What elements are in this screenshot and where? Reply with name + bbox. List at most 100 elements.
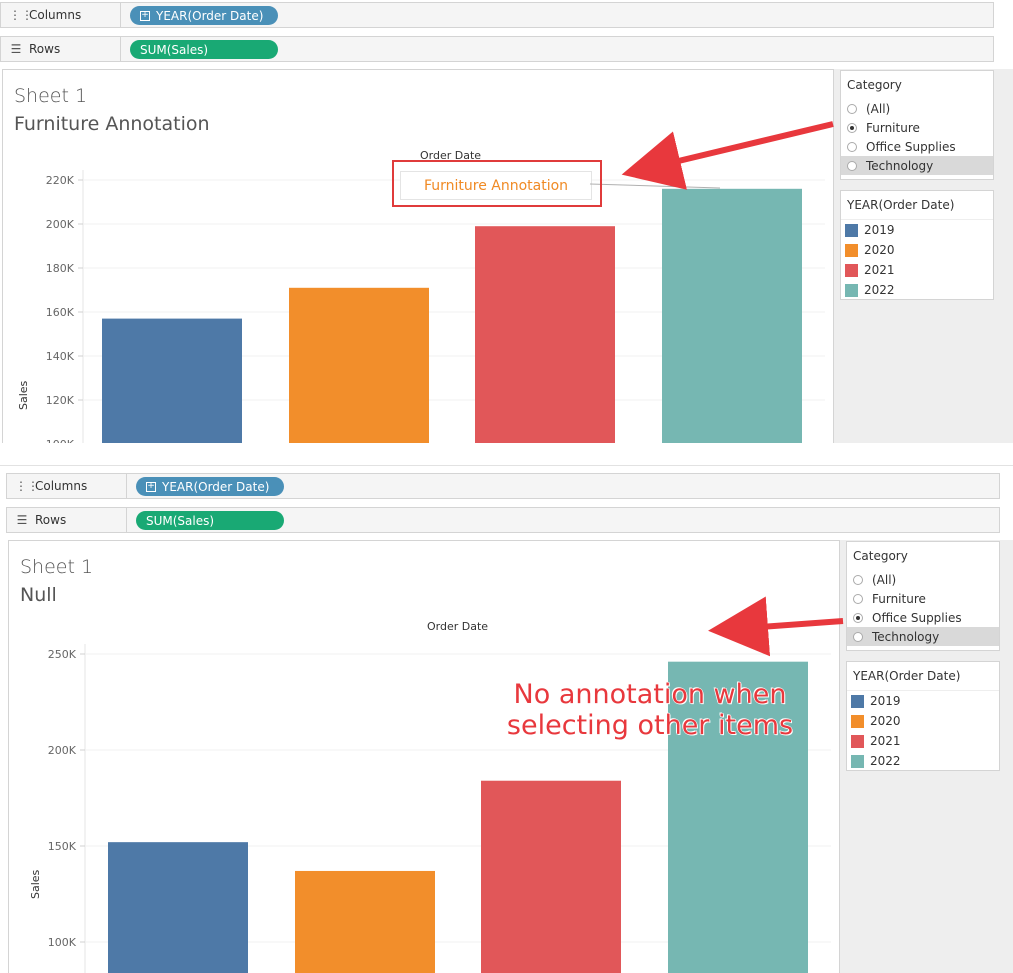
year-legend-title: YEAR(Order Date)	[847, 662, 999, 691]
rows-shelf[interactable]: ☰ Rows SUM(Sales)	[0, 36, 994, 62]
y-tick-label: 100K	[48, 936, 77, 949]
bar-2020[interactable]	[289, 287, 429, 443]
bottom-bar-chart: 250K 200K 150K 100K	[48, 644, 831, 973]
columns-shelf-label: ⋮⋮ Columns	[1, 3, 121, 27]
worksheet-view: Sheet 1 Null Order Date Sales 250K 200K 15…	[8, 540, 840, 973]
columns-shelf[interactable]: ⋮⋮ Columns + YEAR(Order Date)	[6, 473, 1000, 499]
year-legend-card: YEAR(Order Date) 2019 2020 2021 2022	[840, 190, 994, 300]
columns-icon: ⋮⋮	[9, 8, 33, 22]
expand-plus-icon[interactable]: +	[146, 481, 156, 492]
legend-swatch	[851, 694, 864, 708]
callout-text: No annotation when selecting other items	[506, 679, 794, 742]
category-filter-card: Category (All) Furniture Office Supplies Te…	[846, 541, 1000, 651]
legend-item-2019[interactable]: 2019	[847, 691, 999, 711]
columns-icon: ⋮⋮	[15, 479, 39, 493]
category-option-label: Furniture	[866, 120, 920, 135]
y-tick-label: 200K	[48, 744, 77, 757]
columns-shelf[interactable]: ⋮⋮ Columns + YEAR(Order Date)	[0, 2, 994, 28]
y-tick-label: 250K	[48, 648, 77, 661]
category-option-label: Office Supplies	[872, 610, 962, 625]
bar-2019[interactable]	[108, 842, 248, 973]
rows-icon: ☰	[10, 42, 22, 56]
top-bar-chart: 220K200K180K160K140K120K100K	[46, 170, 825, 443]
legend-label: 2021	[864, 263, 895, 277]
legend-swatch	[851, 734, 864, 748]
legend-item-2020[interactable]: 2020	[841, 240, 993, 260]
category-option-technology[interactable]: Technology	[847, 627, 999, 646]
category-option-office-supplies[interactable]: Office Supplies	[847, 608, 999, 627]
bar-2020[interactable]	[295, 870, 435, 973]
legend-label: 2021	[870, 734, 901, 748]
legend-swatch	[851, 714, 864, 728]
legend-swatch	[845, 223, 858, 237]
bar-2021[interactable]	[481, 780, 621, 973]
columns-shelf-label: ⋮⋮ Columns	[7, 474, 127, 498]
top-panel: ⋮⋮ Columns + YEAR(Order Date) ☰ Rows SUM…	[0, 0, 1013, 443]
bar-2019[interactable]	[102, 318, 242, 443]
y-tick-label: 200K	[46, 218, 75, 231]
sum-sales-pill[interactable]: SUM(Sales)	[136, 511, 284, 530]
category-option-label: (All)	[872, 572, 897, 587]
category-option-label: (All)	[866, 101, 891, 116]
legend-label: 2020	[864, 243, 895, 257]
legend-item-2020[interactable]: 2020	[847, 711, 999, 731]
bottom-panel: ⋮⋮ Columns + YEAR(Order Date) ☰ Rows SUM…	[0, 471, 1013, 973]
rows-icon: ☰	[16, 513, 28, 527]
worksheet-view: Sheet 1 Furniture Annotation Order Date …	[2, 69, 834, 443]
y-tick-label: 150K	[48, 840, 77, 853]
legend-swatch	[851, 754, 864, 768]
radio-button[interactable]	[853, 574, 863, 585]
category-option-furniture[interactable]: Furniture	[841, 118, 993, 137]
legend-label: 2019	[864, 223, 895, 237]
y-tick-label: 120K	[46, 394, 75, 407]
radio-button[interactable]	[847, 160, 857, 171]
radio-button[interactable]	[853, 631, 863, 642]
legend-item-2021[interactable]: 2021	[847, 731, 999, 751]
highlight-rectangle	[392, 160, 602, 207]
sum-sales-pill[interactable]: SUM(Sales)	[130, 40, 278, 59]
category-option-technology[interactable]: Technology	[841, 156, 993, 175]
radio-button[interactable]	[853, 612, 863, 623]
legend-swatch	[845, 243, 858, 257]
category-filter-card: Category (All) Furniture Office Supplies Te…	[840, 70, 994, 180]
category-option-label: Furniture	[872, 591, 926, 606]
bar-2021[interactable]	[475, 226, 615, 443]
y-tick-label: 220K	[46, 174, 75, 187]
legend-label: 2022	[864, 283, 895, 297]
radio-button[interactable]	[847, 141, 857, 152]
legend-swatch	[845, 263, 858, 277]
year-legend-title: YEAR(Order Date)	[841, 191, 993, 220]
category-filter-title: Category	[853, 549, 908, 563]
category-option-label: Technology	[872, 629, 940, 644]
category-filter-title: Category	[847, 78, 902, 92]
rows-shelf-label: ☰ Rows	[7, 508, 127, 532]
legend-item-2022[interactable]: 2022	[841, 280, 993, 300]
rows-shelf[interactable]: ☰ Rows SUM(Sales)	[6, 507, 1000, 533]
category-option-label: Technology	[866, 158, 934, 173]
y-tick-label: 180K	[46, 262, 75, 275]
category-option-furniture[interactable]: Furniture	[847, 589, 999, 608]
legend-swatch	[845, 283, 858, 297]
legend-item-2019[interactable]: 2019	[841, 220, 993, 240]
year-legend-card: YEAR(Order Date) 2019 2020 2021 2022	[846, 661, 1000, 771]
rows-shelf-label: ☰ Rows	[1, 37, 121, 61]
radio-button[interactable]	[847, 122, 857, 133]
legend-label: 2020	[870, 714, 901, 728]
radio-button[interactable]	[847, 103, 857, 114]
legend-label: 2019	[870, 694, 901, 708]
bar-2022[interactable]	[662, 188, 802, 443]
category-option-office-supplies[interactable]: Office Supplies	[841, 137, 993, 156]
year-order-date-pill[interactable]: + YEAR(Order Date)	[130, 6, 278, 25]
expand-plus-icon[interactable]: +	[140, 10, 150, 21]
legend-item-2021[interactable]: 2021	[841, 260, 993, 280]
category-option-label: Office Supplies	[866, 139, 956, 154]
year-order-date-pill[interactable]: + YEAR(Order Date)	[136, 477, 284, 496]
y-tick-label: 140K	[46, 350, 75, 363]
y-tick-label: 160K	[46, 306, 75, 319]
legend-label: 2022	[870, 754, 901, 768]
category-option-all[interactable]: (All)	[847, 570, 999, 589]
category-option-all[interactable]: (All)	[841, 99, 993, 118]
legend-item-2022[interactable]: 2022	[847, 751, 999, 771]
radio-button[interactable]	[853, 593, 863, 604]
panel-separator	[0, 443, 1013, 471]
